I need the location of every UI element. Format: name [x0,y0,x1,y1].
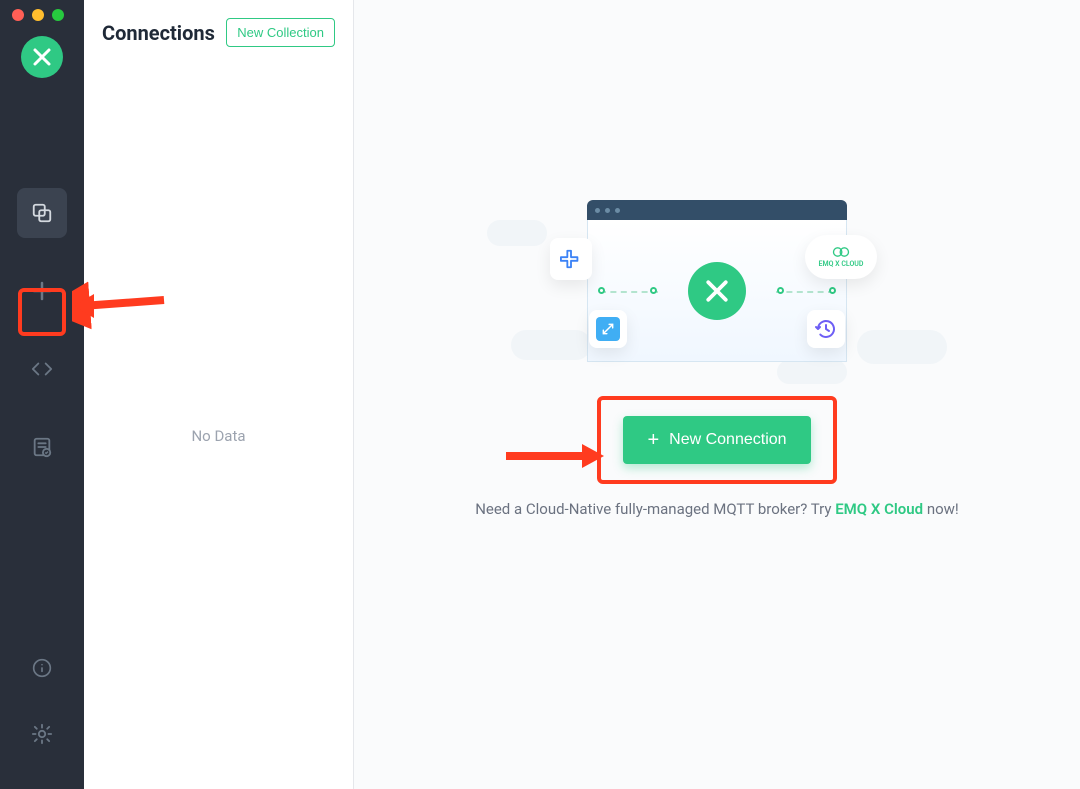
logo-x-icon [30,45,54,69]
info-icon [32,658,52,678]
connections-panel: Connections New Collection No Data [84,0,354,789]
emqx-logo-icon [688,262,746,320]
new-connection-button[interactable]: + New Connection [623,416,810,464]
new-collection-button[interactable]: New Collection [226,18,335,47]
main-content: EMQ X CLOUD + New Connection Need a Clou… [354,0,1080,789]
log-icon [31,436,53,458]
new-connection-label: New Connection [669,431,786,449]
nav-connections[interactable] [17,188,67,238]
nav-settings[interactable] [17,719,67,749]
cloud-card-label: EMQ X CLOUD [819,260,864,268]
empty-state-illustration: EMQ X CLOUD [517,180,917,380]
no-data-text: No Data [102,427,335,445]
plus-icon [30,279,54,303]
emqx-cloud-link[interactable]: EMQ X Cloud [835,500,923,518]
code-icon [31,358,53,380]
window-controls[interactable] [12,9,64,21]
sidebar [0,0,84,789]
annotation-box-main-button: + New Connection [597,396,836,484]
connections-icon [31,202,53,224]
nav-log[interactable] [17,422,67,472]
gear-icon [31,723,53,745]
nav-new-connection[interactable] [17,266,67,316]
card-history-icon [807,310,845,348]
card-plus-icon [550,238,592,280]
app-logo [21,36,63,78]
card-expand-icon [589,310,627,348]
nav-scripts[interactable] [17,344,67,394]
minimize-window-icon[interactable] [32,9,44,21]
nav-about[interactable] [17,653,67,683]
panel-title: Connections [102,21,215,45]
cloud-prompt: Need a Cloud-Native fully-managed MQTT b… [475,500,959,518]
plus-icon: + [647,430,659,450]
close-window-icon[interactable] [12,9,24,21]
fullscreen-window-icon[interactable] [52,9,64,21]
cloud-card-icon: EMQ X CLOUD [805,235,877,279]
cloud-prompt-prefix: Need a Cloud-Native fully-managed MQTT b… [475,500,835,518]
cloud-prompt-suffix: now! [923,500,959,518]
